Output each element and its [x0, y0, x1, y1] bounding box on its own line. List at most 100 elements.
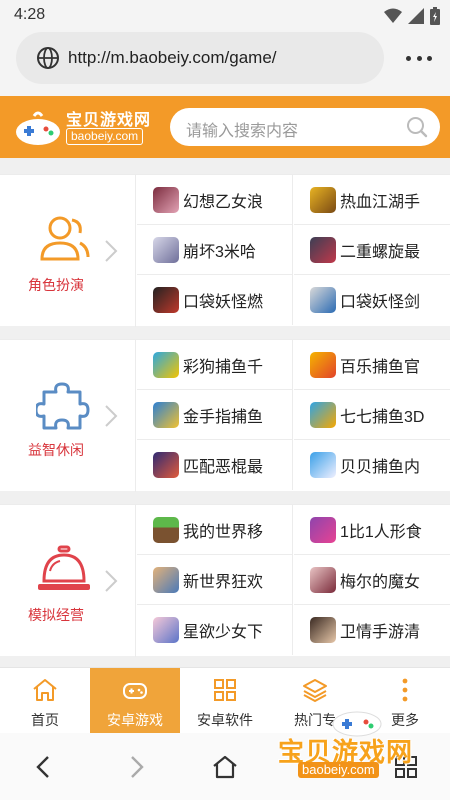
- game-name: 卫情手游清: [340, 624, 421, 641]
- nav-label: 安卓软件: [197, 712, 253, 728]
- section-gap: [0, 656, 450, 667]
- battery-icon: [430, 7, 440, 25]
- game-thumbnail: [310, 452, 336, 478]
- game-thumbnail: [153, 351, 179, 378]
- watermark-logo: 宝贝游戏网 baobeiy.com: [278, 700, 438, 782]
- game-item[interactable]: 百乐捕鱼官: [294, 340, 450, 390]
- search-icon[interactable]: [406, 116, 428, 138]
- game-item[interactable]: 匹配恶棍最: [137, 440, 293, 490]
- game-name: 星欲少女下: [183, 624, 264, 641]
- category-label: 益智休闲: [28, 442, 84, 458]
- game-thumbnail: [310, 236, 336, 263]
- game-item[interactable]: 崩坏3米哈: [137, 225, 293, 275]
- search-input[interactable]: 请输入搜索内容: [170, 108, 440, 146]
- category-section-role-play: 角色扮演 幻想乙女浪 热血江湖手 崩坏3米哈 二重螺旋最 口袋妖怪燃 口袋妖怪剑: [0, 174, 450, 327]
- browser-menu-icon[interactable]: [406, 46, 432, 70]
- status-bar: 4:28: [0, 0, 450, 30]
- puzzle-icon: [36, 382, 90, 430]
- game-item[interactable]: 二重螺旋最: [294, 225, 450, 275]
- nav-label: 安卓游戏: [107, 712, 163, 728]
- game-thumbnail: [310, 617, 336, 643]
- gamepad-icon: [123, 683, 147, 699]
- game-thumbnail: [153, 401, 179, 428]
- game-name: 我的世界移: [183, 523, 264, 541]
- game-thumbnail: [153, 617, 179, 643]
- home-nav-icon[interactable]: [211, 753, 239, 781]
- game-item[interactable]: 幻想乙女浪: [137, 175, 293, 225]
- game-thumbnail: [310, 401, 336, 428]
- game-item[interactable]: 卫情手游清: [294, 605, 450, 655]
- watermark-domain: baobeiy.com: [298, 762, 379, 778]
- back-icon[interactable]: [30, 753, 58, 781]
- nav-item-home[interactable]: 首页: [0, 668, 90, 734]
- game-item[interactable]: 1比1人形食: [294, 505, 450, 555]
- game-thumbnail: [153, 566, 179, 593]
- game-name: 金手指捕鱼: [183, 408, 264, 426]
- game-name: 热血江湖手: [340, 193, 421, 211]
- game-thumbnail: [310, 351, 336, 378]
- game-thumbnail: [153, 287, 179, 313]
- game-item[interactable]: 彩狗捕鱼千: [137, 340, 293, 390]
- game-item[interactable]: 口袋妖怪燃: [137, 275, 293, 325]
- game-name: 梅尔的魔女: [340, 573, 421, 591]
- game-item[interactable]: 口袋妖怪剑: [294, 275, 450, 325]
- nav-item-android-games[interactable]: 安卓游戏: [90, 668, 180, 734]
- game-thumbnail: [153, 516, 179, 543]
- section-gap: [0, 326, 450, 339]
- category-section-puzzle: 益智休闲 彩狗捕鱼千 百乐捕鱼官 金手指捕鱼 七七捕鱼3D 匹配恶棍最 贝贝捕鱼…: [0, 339, 450, 492]
- game-item[interactable]: 梅尔的魔女: [294, 555, 450, 605]
- section-gap: [0, 491, 450, 504]
- service-bell-icon: [38, 545, 90, 590]
- category-role-play[interactable]: 角色扮演: [0, 175, 136, 327]
- category-puzzle[interactable]: 益智休闲: [0, 340, 136, 492]
- people-icon: [40, 216, 90, 261]
- chevron-right-icon: [105, 570, 118, 592]
- grid-icon: [214, 679, 236, 701]
- game-thumbnail: [310, 516, 336, 543]
- section-gap: [0, 158, 450, 174]
- game-name: 崩坏3米哈: [183, 243, 256, 261]
- nav-item-android-software[interactable]: 安卓软件: [180, 668, 270, 734]
- signal-icon: [408, 8, 424, 24]
- game-grid: 我的世界移 1比1人形食 新世界狂欢 梅尔的魔女 星欲少女下 卫情手游清: [137, 505, 450, 657]
- nav-label: 首页: [31, 712, 59, 728]
- game-name: 七七捕鱼3D: [340, 408, 425, 426]
- game-item[interactable]: 贝贝捕鱼内: [294, 440, 450, 490]
- game-name: 贝贝捕鱼内: [340, 459, 421, 476]
- game-item[interactable]: 新世界狂欢: [137, 555, 293, 605]
- game-item[interactable]: 七七捕鱼3D: [294, 390, 450, 440]
- logo-domain: baobeiy.com: [66, 128, 144, 145]
- game-grid: 彩狗捕鱼千 百乐捕鱼官 金手指捕鱼 七七捕鱼3D 匹配恶棍最 贝贝捕鱼内: [137, 340, 450, 492]
- category-label: 模拟经营: [28, 607, 84, 623]
- game-item[interactable]: 我的世界移: [137, 505, 293, 555]
- game-name: 二重螺旋最: [340, 243, 421, 261]
- search-placeholder: 请输入搜索内容: [186, 123, 299, 140]
- chevron-right-icon: [105, 240, 118, 262]
- game-thumbnail: [310, 566, 336, 593]
- url-text: http://m.baobeiy.com/game/: [68, 48, 277, 67]
- logo-title: 宝贝游戏网: [66, 112, 152, 129]
- game-name: 口袋妖怪剑: [340, 294, 421, 311]
- game-grid: 幻想乙女浪 热血江湖手 崩坏3米哈 二重螺旋最 口袋妖怪燃 口袋妖怪剑: [137, 175, 450, 327]
- game-thumbnail: [153, 236, 179, 263]
- category-label: 角色扮演: [28, 277, 84, 293]
- game-name: 新世界狂欢: [183, 573, 264, 591]
- game-thumbnail: [310, 287, 336, 313]
- game-name: 彩狗捕鱼千: [183, 358, 264, 376]
- game-item[interactable]: 热血江湖手: [294, 175, 450, 225]
- category-simulation[interactable]: 模拟经营: [0, 505, 136, 657]
- home-icon: [33, 679, 57, 701]
- game-thumbnail: [310, 186, 336, 213]
- game-name: 幻想乙女浪: [183, 193, 264, 211]
- address-bar[interactable]: http://m.baobeiy.com/game/: [16, 32, 384, 84]
- chevron-right-icon: [105, 405, 118, 427]
- game-name: 口袋妖怪燃: [183, 294, 264, 311]
- forward-icon[interactable]: [122, 753, 150, 781]
- game-name: 1比1人形食: [340, 523, 422, 541]
- browser-toolbar: http://m.baobeiy.com/game/: [0, 30, 450, 96]
- globe-icon: [37, 47, 59, 69]
- game-item[interactable]: 星欲少女下: [137, 605, 293, 655]
- game-item[interactable]: 金手指捕鱼: [137, 390, 293, 440]
- gamepad-logo-icon: [16, 111, 60, 145]
- site-logo[interactable]: 宝贝游戏网 baobeiy.com: [14, 106, 158, 150]
